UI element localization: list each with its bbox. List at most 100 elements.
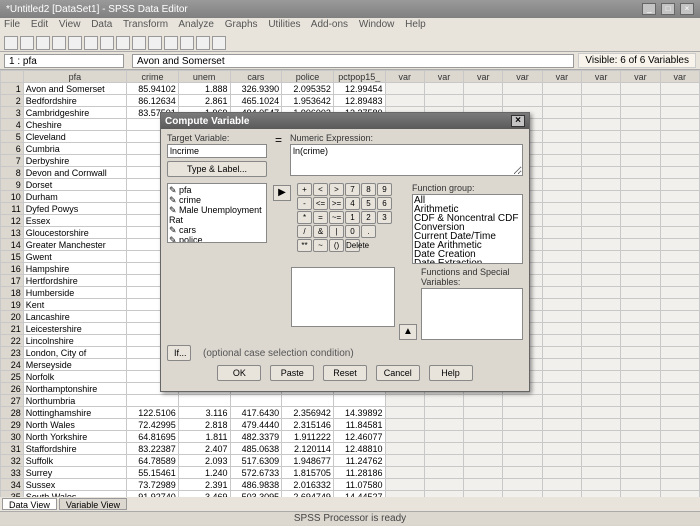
minimize-button[interactable]: _	[642, 3, 656, 15]
cell-empty[interactable]	[542, 263, 581, 275]
cell-empty[interactable]	[503, 443, 542, 455]
cell-pfa[interactable]: Sussex	[23, 479, 126, 491]
cell-pfa[interactable]: North Yorkshire	[23, 431, 126, 443]
cell-empty[interactable]	[542, 443, 581, 455]
cell-unem[interactable]: 2.093	[178, 455, 230, 467]
cell-cars[interactable]	[230, 395, 282, 407]
cell-pct[interactable]: 11.24762	[333, 455, 385, 467]
cell-pfa[interactable]: Gloucestorshire	[23, 227, 126, 239]
cell-empty[interactable]	[424, 83, 463, 95]
cell-unem[interactable]: 2.391	[178, 479, 230, 491]
cell-pfa[interactable]: Staffordshire	[23, 443, 126, 455]
cell-empty[interactable]	[542, 251, 581, 263]
cell-empty[interactable]	[621, 311, 660, 323]
cell-pfa[interactable]: Surrey	[23, 467, 126, 479]
cell-empty[interactable]	[542, 323, 581, 335]
cell-empty[interactable]	[542, 311, 581, 323]
menu-graphs[interactable]: Graphs	[225, 19, 258, 30]
numeric-expression-input[interactable]	[290, 144, 523, 176]
cell-empty[interactable]	[503, 431, 542, 443]
cell-empty[interactable]	[660, 311, 699, 323]
cell-police[interactable]: 1.911222	[282, 431, 334, 443]
row-header[interactable]: 21	[1, 323, 24, 335]
keypad-key[interactable]: 3	[377, 211, 392, 224]
reset-button[interactable]: Reset	[323, 365, 367, 381]
cell-crime[interactable]: 64.81695	[127, 431, 179, 443]
cell-empty[interactable]	[542, 431, 581, 443]
cell-empty[interactable]	[660, 83, 699, 95]
cell-empty[interactable]	[464, 455, 503, 467]
cell-empty[interactable]	[542, 275, 581, 287]
cell-empty[interactable]	[542, 131, 581, 143]
cell-empty[interactable]	[621, 215, 660, 227]
ok-button[interactable]: OK	[217, 365, 261, 381]
dialog-close-button[interactable]: ×	[511, 115, 525, 127]
cell-empty[interactable]	[542, 395, 581, 407]
cell-police[interactable]: 2.016332	[282, 479, 334, 491]
cell-pfa[interactable]: Suffolk	[23, 455, 126, 467]
row-header[interactable]: 3	[1, 107, 24, 119]
cell-empty[interactable]	[660, 263, 699, 275]
cell-empty[interactable]	[621, 203, 660, 215]
keypad-key[interactable]: >=	[329, 197, 344, 210]
cell-empty[interactable]	[581, 95, 620, 107]
row-header[interactable]: 30	[1, 431, 24, 443]
cell-pct[interactable]: 11.28186	[333, 467, 385, 479]
cell-pct[interactable]: 12.99454	[333, 83, 385, 95]
column-header[interactable]: var	[424, 71, 463, 83]
row-header[interactable]: 31	[1, 443, 24, 455]
cell-empty[interactable]	[621, 227, 660, 239]
cell-empty[interactable]	[660, 455, 699, 467]
cell-empty[interactable]	[621, 131, 660, 143]
column-header[interactable]: var	[503, 71, 542, 83]
cell-empty[interactable]	[503, 479, 542, 491]
keypad-key[interactable]: 4	[345, 197, 360, 210]
cell-pfa[interactable]: Lincolnshire	[23, 335, 126, 347]
keypad-key[interactable]: ~	[313, 239, 328, 252]
cell-empty[interactable]	[581, 227, 620, 239]
column-header[interactable]: pctpop15_	[333, 71, 385, 83]
keypad-key[interactable]: Delete	[345, 239, 360, 252]
row-header[interactable]: 25	[1, 371, 24, 383]
cell-empty[interactable]	[621, 263, 660, 275]
cell-empty[interactable]	[424, 443, 463, 455]
cell-empty[interactable]	[503, 455, 542, 467]
cell-empty[interactable]	[542, 107, 581, 119]
column-header[interactable]: unem	[178, 71, 230, 83]
cell-empty[interactable]	[581, 383, 620, 395]
cell-empty[interactable]	[660, 287, 699, 299]
cell-empty[interactable]	[542, 119, 581, 131]
menu-addons[interactable]: Add-ons	[311, 19, 348, 30]
keypad-key[interactable]: 1	[345, 211, 360, 224]
cell-empty[interactable]	[503, 419, 542, 431]
row-header[interactable]: 29	[1, 419, 24, 431]
cell-empty[interactable]	[621, 383, 660, 395]
variable-item[interactable]: ✎ cars	[169, 225, 265, 235]
cell-empty[interactable]	[621, 443, 660, 455]
keypad-key[interactable]: .	[361, 225, 376, 238]
menu-file[interactable]: File	[4, 19, 20, 30]
cell-police[interactable]: 1.953642	[282, 95, 334, 107]
cell-pfa[interactable]: Bedfordshire	[23, 95, 126, 107]
menu-view[interactable]: View	[59, 19, 81, 30]
toolbar-icon[interactable]	[132, 36, 146, 50]
column-header[interactable]: var	[621, 71, 660, 83]
menu-utilities[interactable]: Utilities	[268, 19, 300, 30]
cell-empty[interactable]	[542, 167, 581, 179]
cell-empty[interactable]	[581, 419, 620, 431]
cell-empty[interactable]	[660, 335, 699, 347]
cell-empty[interactable]	[581, 191, 620, 203]
cell-empty[interactable]	[424, 419, 463, 431]
cell-empty[interactable]	[581, 143, 620, 155]
row-header[interactable]: 33	[1, 467, 24, 479]
cell-empty[interactable]	[542, 215, 581, 227]
cell-empty[interactable]	[503, 395, 542, 407]
keypad-key[interactable]: *	[297, 211, 312, 224]
row-header[interactable]: 16	[1, 263, 24, 275]
cell-empty[interactable]	[581, 107, 620, 119]
cell-empty[interactable]	[424, 95, 463, 107]
cell-pfa[interactable]: Durham	[23, 191, 126, 203]
menu-data[interactable]: Data	[91, 19, 112, 30]
cell-empty[interactable]	[621, 107, 660, 119]
cell-empty[interactable]	[385, 83, 424, 95]
